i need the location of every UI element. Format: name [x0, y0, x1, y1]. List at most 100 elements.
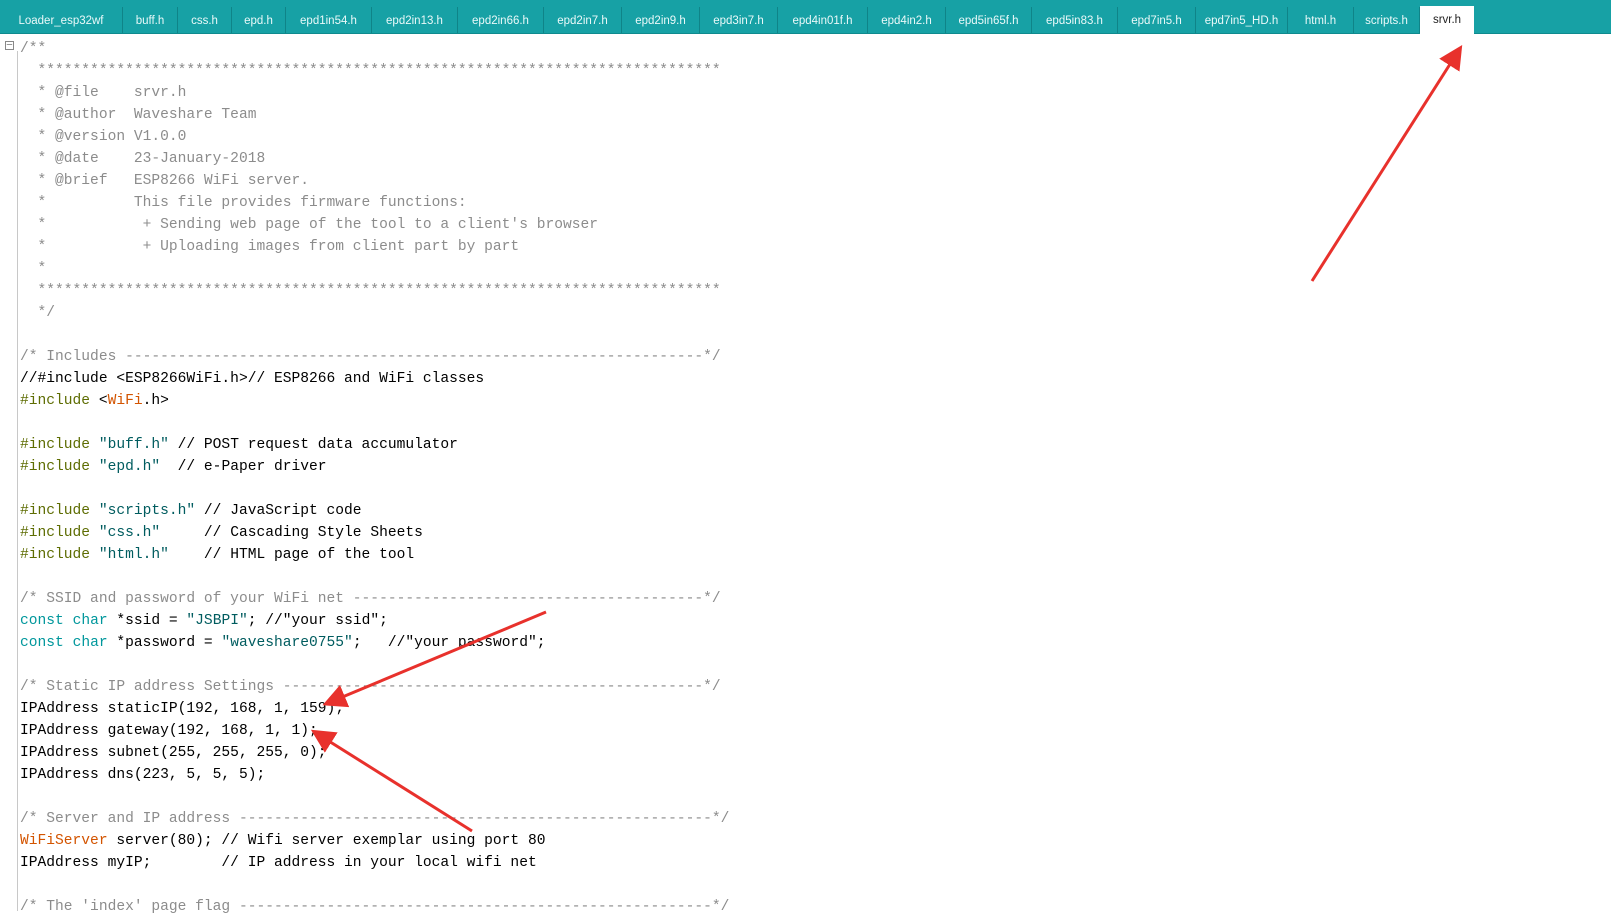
- code-token: // JavaScript code: [195, 503, 362, 519]
- code-line: * @date 23-January-2018: [20, 148, 729, 170]
- code-token: /* The 'index' page flag ---------------…: [20, 899, 730, 915]
- code-token: * @brief ESP8266 WiFi server.: [20, 173, 310, 189]
- code-line: /* Includes ----------------------------…: [20, 346, 729, 368]
- code-line: IPAddress gateway(192, 168, 1, 1);: [20, 720, 729, 742]
- code-token: char: [72, 635, 108, 651]
- code-line: IPAddress staticIP(192, 168, 1, 159);: [20, 698, 729, 720]
- code-token: * @version V1.0.0: [20, 129, 187, 145]
- code-token: "html.h": [98, 547, 169, 563]
- code-line: * + Uploading images from client part by…: [20, 236, 729, 258]
- tab-epd2in9-h[interactable]: epd2in9.h: [622, 7, 700, 33]
- code-token: ****************************************…: [20, 63, 721, 79]
- code-token: // Cascading Style Sheets: [160, 525, 423, 541]
- code-line: * @brief ESP8266 WiFi server.: [20, 170, 729, 192]
- code-line: #include "html.h" // HTML page of the to…: [20, 544, 729, 566]
- tab-loader-esp32wf[interactable]: Loader_esp32wf: [0, 7, 123, 33]
- code-token: char: [72, 613, 108, 629]
- fold-toggle-icon[interactable]: –: [5, 41, 14, 50]
- code-token: /* Static IP address Settings ----------…: [20, 679, 721, 695]
- code-token: WiFi: [107, 393, 143, 409]
- tab-srvr-h[interactable]: srvr.h: [1420, 6, 1474, 34]
- tab-epd2in7-h[interactable]: epd2in7.h: [544, 7, 622, 33]
- code-line: #include <WiFi.h>: [20, 390, 729, 412]
- code-token: ****************************************…: [20, 283, 721, 299]
- tab-epd7in5-hd-h[interactable]: epd7in5_HD.h: [1196, 7, 1288, 33]
- editor-tab-bar: Loader_esp32wf buff.h css.h epd.h epd1in54.h…: [0, 0, 1611, 34]
- tab-epd5in65f-h[interactable]: epd5in65f.h: [946, 7, 1032, 33]
- code-token: IPAddress myIP; // IP address in your lo…: [20, 855, 537, 871]
- tab-buff-h[interactable]: buff.h: [123, 7, 178, 33]
- code-line: */: [20, 302, 729, 324]
- code-token: // POST request data accumulator: [168, 437, 458, 453]
- code-token: #include: [20, 437, 91, 453]
- code-token: IPAddress subnet(255, 255, 255, 0);: [20, 745, 327, 761]
- code-line: ****************************************…: [20, 280, 729, 302]
- code-token: *ssid =: [107, 613, 187, 629]
- code-text[interactable]: /** ************************************…: [20, 38, 729, 918]
- code-line: /* The 'index' page flag ---------------…: [20, 896, 729, 918]
- code-token: const: [20, 635, 64, 651]
- code-token: * + Sending web page of the tool to a cl…: [20, 217, 599, 233]
- tab-scripts-h[interactable]: scripts.h: [1354, 7, 1420, 33]
- code-line: * + Sending web page of the tool to a cl…: [20, 214, 729, 236]
- code-token: "JSBPI": [186, 613, 248, 629]
- code-token: *: [20, 261, 47, 277]
- tab-epd2in66-h[interactable]: epd2in66.h: [458, 7, 544, 33]
- code-token: #include: [20, 547, 91, 563]
- code-token: const: [20, 613, 64, 629]
- tab-epd7in5-h[interactable]: epd7in5.h: [1118, 7, 1196, 33]
- code-token: "epd.h": [98, 459, 161, 475]
- code-line: /* SSID and password of your WiFi net --…: [20, 588, 729, 610]
- tab-css-h[interactable]: css.h: [178, 7, 232, 33]
- code-line: #include "css.h" // Cascading Style Shee…: [20, 522, 729, 544]
- code-line: ****************************************…: [20, 60, 729, 82]
- code-line: /**: [20, 38, 729, 60]
- code-token: /* SSID and password of your WiFi net --…: [20, 591, 721, 607]
- code-line: * @file srvr.h: [20, 82, 729, 104]
- code-token: "buff.h": [98, 437, 169, 453]
- tab-epd1in54-h[interactable]: epd1in54.h: [286, 7, 372, 33]
- code-token: /* Server and IP address ---------------…: [20, 811, 730, 827]
- code-line: * This file provides firmware functions:: [20, 192, 729, 214]
- tab-epd-h[interactable]: epd.h: [232, 7, 286, 33]
- code-editor[interactable]: – /** **********************************…: [0, 35, 1611, 915]
- code-token: * @file srvr.h: [20, 85, 187, 101]
- code-token: * @author Waveshare Team: [20, 107, 257, 123]
- code-line: const char *ssid = "JSBPI"; //"your ssid…: [20, 610, 729, 632]
- code-token: // e-Paper driver: [160, 459, 327, 475]
- tab-epd5in83-h[interactable]: epd5in83.h: [1032, 7, 1118, 33]
- code-line: //#include <ESP8266WiFi.h>// ESP8266 and…: [20, 368, 729, 390]
- code-line: IPAddress myIP; // IP address in your lo…: [20, 852, 729, 874]
- code-token: /* Includes ----------------------------…: [20, 349, 721, 365]
- code-token: //#include <ESP8266WiFi.h>// ESP8266 and…: [20, 371, 485, 387]
- code-token: "scripts.h": [98, 503, 196, 519]
- tab-epd4in2-h[interactable]: epd4in2.h: [868, 7, 946, 33]
- tab-epd2in13-h[interactable]: epd2in13.h: [372, 7, 458, 33]
- tab-html-h[interactable]: html.h: [1288, 7, 1354, 33]
- code-token: "waveshare0755": [221, 635, 353, 651]
- code-token: .h>: [142, 393, 169, 409]
- code-line: IPAddress dns(223, 5, 5, 5);: [20, 764, 729, 786]
- code-token: <: [90, 393, 108, 409]
- code-token: #include: [20, 393, 91, 409]
- code-token: "css.h": [98, 525, 161, 541]
- tab-epd3in7-h[interactable]: epd3in7.h: [700, 7, 778, 33]
- tab-epd4in01f-h[interactable]: epd4in01f.h: [778, 7, 868, 33]
- code-line: const char *password = "waveshare0755"; …: [20, 632, 729, 654]
- code-token: IPAddress dns(223, 5, 5, 5);: [20, 767, 266, 783]
- code-token: ; //"your ssid";: [247, 613, 388, 629]
- code-line: /* Static IP address Settings ----------…: [20, 676, 729, 698]
